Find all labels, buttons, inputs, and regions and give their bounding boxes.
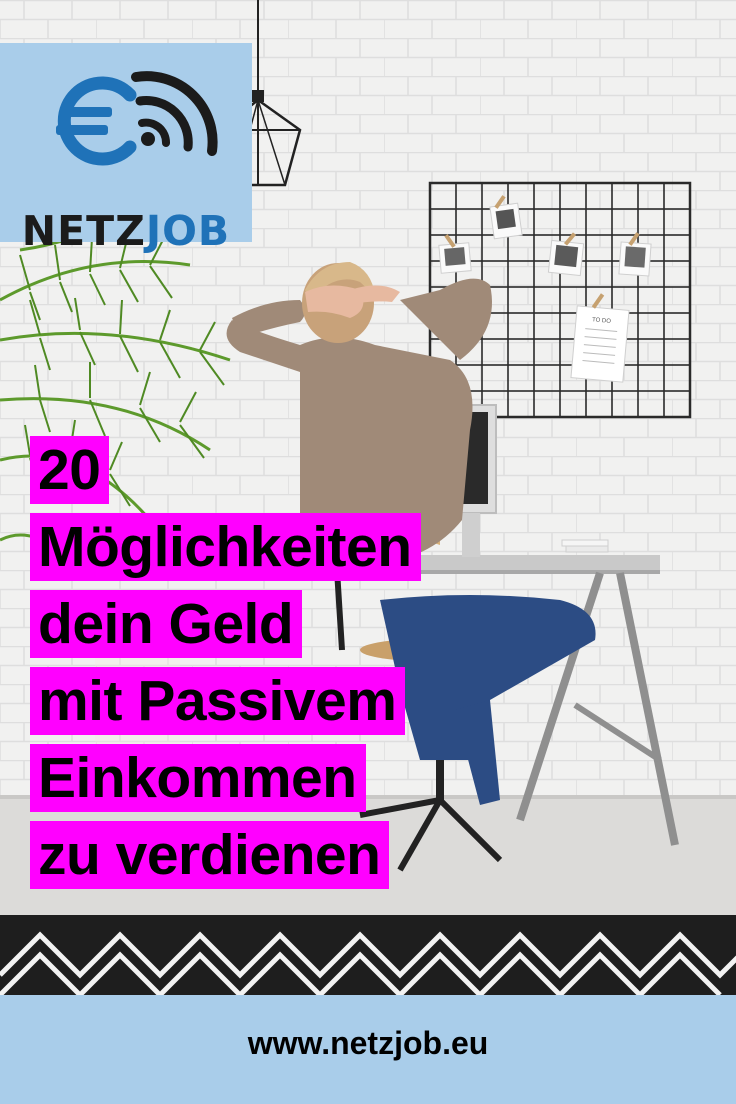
brand-name-part2: JOB (145, 207, 231, 255)
euro-wifi-logo-icon (56, 71, 218, 166)
headline-line-3: dein Geld (30, 590, 303, 658)
headline-line-1: 20 (30, 436, 110, 504)
brand-wordmark: NETZJOB (0, 211, 252, 252)
headline-line-5: Einkommen (30, 744, 366, 812)
brand-name-part1: NETZ (21, 207, 146, 255)
website-url-link[interactable]: www.netzjob.eu (0, 1025, 736, 1062)
headline-line-2: Möglichkeiten (30, 513, 421, 581)
footer-bar: www.netzjob.eu (0, 995, 736, 1104)
rug (0, 915, 736, 995)
headline-line-4: mit Passivem (30, 667, 406, 735)
headline: 20 Möglichkeiten dein Geld mit Passivem … (30, 436, 421, 898)
brand-logo-box: NETZJOB (0, 43, 252, 252)
headline-line-6: zu verdienen (30, 821, 390, 889)
